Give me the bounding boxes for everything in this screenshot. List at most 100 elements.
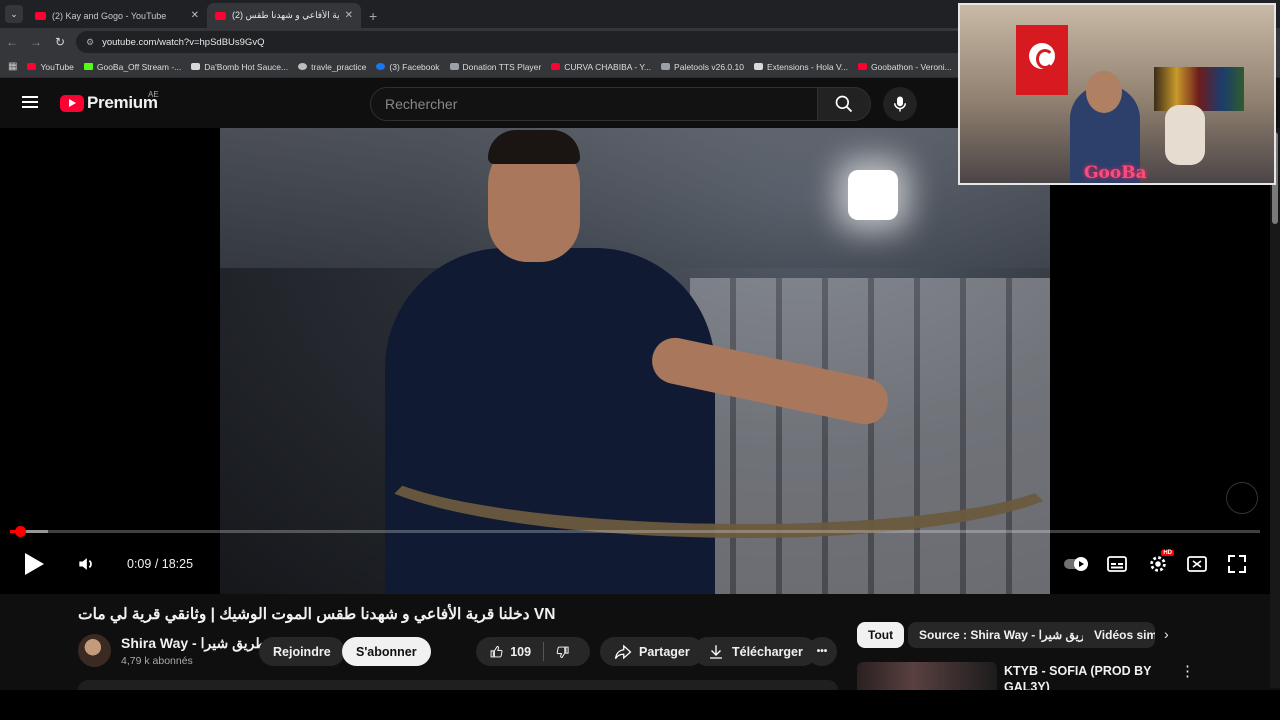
play-button[interactable] — [20, 550, 48, 578]
compass-icon — [298, 63, 308, 70]
tab-title: (2) دخلنا قرية الأفاعي و شهدنا طقس — [232, 10, 339, 20]
scrubber-handle[interactable] — [15, 526, 26, 537]
volume-button[interactable] — [72, 550, 100, 578]
voice-search-button[interactable] — [883, 87, 917, 121]
bookmark-gooba-off-stream[interactable]: GooBa_Off Stream -... — [83, 61, 182, 72]
bookmark-label: GooBa_Off Stream -... — [96, 61, 182, 72]
channel-name[interactable]: Shira Way - طريق شيرا — [121, 635, 267, 652]
youtube-play-logo-icon — [60, 94, 84, 112]
search-button[interactable] — [817, 87, 871, 121]
video-player[interactable]: 0:09 / 18:25 HD — [0, 128, 1270, 594]
channel-watermark[interactable] — [1226, 482, 1258, 514]
share-label: Partager — [639, 644, 690, 659]
more-options-icon[interactable]: ⋮ — [1180, 662, 1195, 680]
bookmark-travle-practice[interactable]: travle_practice — [298, 62, 366, 72]
settings-button[interactable]: HD — [1144, 550, 1174, 578]
thumbs-down-icon[interactable] — [556, 643, 569, 661]
bookmark-label: CURVA CHABIBA - Y... — [564, 61, 652, 72]
volume-icon — [79, 558, 92, 570]
like-count[interactable]: 109 — [510, 645, 531, 659]
bookmark-dabomb[interactable]: Da'Bomb Hot Sauce... — [191, 62, 288, 72]
bookmark-b-icon — [191, 63, 201, 70]
bookmark-facebook[interactable]: (3) Facebook — [376, 61, 440, 72]
join-button[interactable]: Rejoindre — [259, 637, 345, 666]
share-icon — [614, 644, 632, 659]
browser-tab-active-video[interactable]: (2) دخلنا قرية الأفاعي و شهدنا طقس ✕ — [207, 3, 361, 28]
play-icon — [25, 553, 44, 575]
webcam-neon-sign: GooBa — [1084, 163, 1147, 183]
bookmark-curva-chabiba[interactable]: CURVA CHABIBA - Y... — [551, 62, 651, 72]
menu-hamburger-icon[interactable] — [22, 96, 38, 108]
subtitles-button[interactable] — [1104, 550, 1130, 578]
bookmark-goobathon[interactable]: Goobathon - Veroni... — [857, 61, 952, 72]
new-tab-button[interactable]: + — [369, 8, 377, 24]
time-display: 0:09 / 18:25 — [116, 550, 205, 578]
chip-all[interactable]: Tout — [857, 622, 905, 648]
bookmark-label: travle_practice — [311, 61, 367, 72]
puzzle-icon — [753, 63, 763, 70]
theater-mode-button[interactable] — [1184, 550, 1210, 578]
youtube-icon — [551, 63, 561, 70]
taskbar-strip — [0, 690, 1280, 720]
globe-icon — [449, 63, 459, 70]
share-button[interactable]: Partager — [600, 637, 704, 666]
current-time: 0:09 — [127, 557, 152, 571]
youtube-icon — [857, 63, 867, 70]
gear-icon — [1150, 556, 1166, 572]
tab-title: (2) Kay and Gogo - YouTube — [52, 10, 167, 21]
channel-avatar[interactable] — [78, 634, 111, 667]
like-divider — [543, 642, 544, 661]
streamer-webcam-overlay: GooBa — [958, 3, 1276, 185]
search-placeholder: Rechercher — [385, 96, 458, 112]
bookmark-paletools[interactable]: Paletools v26.0.10 — [661, 62, 744, 72]
time-separator: / — [151, 557, 162, 571]
forward-arrow-icon[interactable]: → — [24, 35, 48, 49]
thumbs-up-icon[interactable] — [490, 643, 503, 661]
bookmark-extensions[interactable]: Extensions - Hola V... — [753, 61, 848, 72]
bookmark-label: Extensions - Hola V... — [766, 61, 848, 72]
autoplay-toggle-icon — [1064, 557, 1088, 571]
more-actions-button[interactable]: ••• — [807, 637, 837, 666]
hd-badge: HD — [1161, 550, 1174, 556]
subscribe-button[interactable]: S'abonner — [342, 637, 431, 666]
youtube-premium-logo[interactable]: Premium AE — [60, 90, 159, 113]
bookmark-label: Goobathon - Veroni... — [870, 61, 952, 72]
browser-tab-kay-and-gogo[interactable]: (2) Kay and Gogo - YouTube ✕ — [27, 3, 207, 28]
bookmark-label: Paletools v26.0.10 — [674, 61, 744, 72]
close-tab-icon[interactable]: ✕ — [191, 10, 199, 21]
subtitles-icon — [1107, 556, 1127, 572]
download-icon — [710, 644, 722, 659]
globe-icon — [661, 63, 671, 70]
microphone-icon — [894, 96, 906, 112]
site-info-icon[interactable]: ⚙ — [86, 37, 94, 48]
chip-source-channel[interactable]: Source : Shira Way - طريق شيرا — [908, 622, 1107, 648]
miniplayer-icon — [1187, 556, 1207, 572]
like-dislike-group: 109 — [476, 637, 590, 666]
close-tab-icon[interactable]: ✕ — [345, 10, 353, 21]
tunisia-flag — [1016, 25, 1068, 95]
bookmark-youtube[interactable]: YouTube — [27, 62, 74, 72]
tab-search-button[interactable]: ⌄ — [5, 5, 23, 23]
bookmark-donation-tts[interactable]: Donation TTS Player — [449, 61, 542, 72]
search-icon — [835, 95, 853, 113]
bookmark-label: (3) Facebook — [389, 61, 440, 72]
recommendation-thumbnail[interactable] — [857, 662, 997, 692]
video-frame[interactable] — [220, 128, 1050, 594]
fullscreen-icon — [1228, 555, 1246, 573]
progress-bar[interactable] — [10, 526, 1260, 537]
chevron-right-icon[interactable]: › — [1164, 626, 1169, 642]
video-title: دخلنا قرية الأفاعي و شهدنا طقس الموت الو… — [78, 606, 556, 623]
autoplay-toggle[interactable] — [1062, 554, 1092, 574]
search-input[interactable]: Rechercher — [370, 87, 818, 121]
bookmark-label: Donation TTS Player — [462, 61, 542, 72]
bookmark-label: Da'Bomb Hot Sauce... — [204, 61, 289, 72]
facebook-icon — [376, 63, 386, 70]
fullscreen-button[interactable] — [1224, 550, 1250, 578]
youtube-favicon-icon — [35, 11, 46, 20]
apps-grid-icon[interactable]: ▦ — [8, 61, 17, 72]
chip-similar-videos[interactable]: Vidéos sim — [1083, 622, 1155, 648]
back-arrow-icon[interactable]: ← — [0, 35, 24, 49]
download-button[interactable]: Télécharger — [693, 637, 817, 666]
download-label: Télécharger — [732, 644, 803, 659]
reload-icon[interactable]: ↻ — [48, 35, 72, 49]
